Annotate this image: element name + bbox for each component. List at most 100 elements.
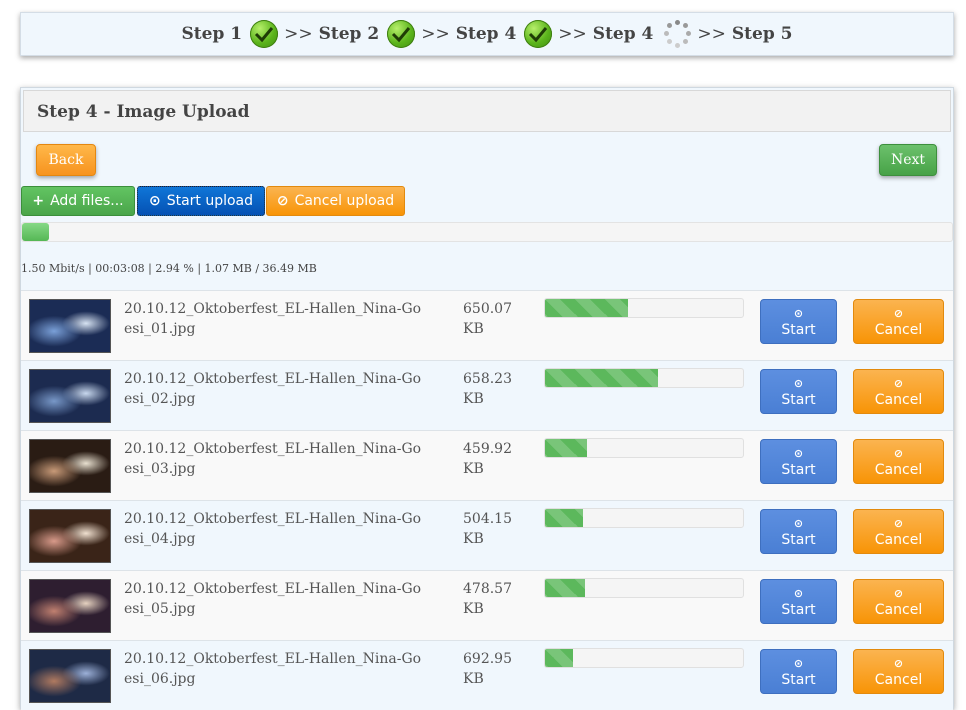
upload-stats: 1.50 Mbit/s | 00:03:08 | 2.94 % | 1.07 M… [21, 262, 317, 275]
file-name: 20.10.12_Oktoberfest_EL-Hallen_Nina-Goes… [124, 441, 422, 477]
step-separator: >> [284, 24, 313, 44]
start-label: Start [781, 461, 816, 478]
start-upload-button[interactable]: ⊙ Start upload [137, 186, 265, 216]
file-size: 692.95 KB [463, 651, 512, 687]
step-separator: >> [421, 24, 450, 44]
file-list: 20.10.12_Oktoberfest_EL-Hallen_Nina-Goes… [21, 290, 953, 710]
start-button[interactable]: ⊙ Start [760, 369, 837, 414]
file-row: 20.10.12_Oktoberfest_EL-Hallen_Nina-Goes… [21, 570, 953, 640]
step-3-label: Step 4 [455, 24, 517, 44]
start-label: Start [781, 531, 816, 548]
global-progress-bar [21, 222, 953, 242]
cancel-button[interactable]: ⊘ Cancel [853, 369, 944, 414]
loading-spinner-icon [663, 20, 692, 48]
start-button[interactable]: ⊙ Start [760, 509, 837, 554]
start-button[interactable]: ⊙ Start [760, 299, 837, 344]
image-thumbnail [29, 439, 111, 493]
start-button[interactable]: ⊙ Start [760, 439, 837, 484]
file-progress-fill [545, 649, 573, 667]
upload-panel: Step 4 - Image Upload Back Next + Add fi… [20, 87, 954, 710]
step-1-label: Step 1 [181, 24, 243, 44]
next-button[interactable]: Next [879, 144, 937, 176]
ban-icon: ⊘ [893, 516, 904, 530]
cancel-button[interactable]: ⊘ Cancel [853, 579, 944, 624]
upload-circle-icon: ⊙ [793, 516, 804, 530]
start-label: Start [781, 321, 816, 338]
file-progress-fill [545, 509, 583, 527]
file-row: 20.10.12_Oktoberfest_EL-Hallen_Nina-Goes… [21, 290, 953, 360]
checkmark-icon [387, 20, 416, 48]
upload-circle-icon: ⊙ [148, 193, 161, 209]
cancel-label: Cancel [874, 601, 923, 618]
file-progress-bar [544, 648, 744, 668]
upload-circle-icon: ⊙ [793, 306, 804, 320]
file-row: 20.10.12_Oktoberfest_EL-Hallen_Nina-Goes… [21, 500, 953, 570]
ban-icon: ⊘ [893, 306, 904, 320]
step-5: Step 5 [728, 24, 797, 44]
page-title: Step 4 - Image Upload [37, 102, 250, 122]
cancel-label: Cancel [874, 391, 923, 408]
ban-icon: ⊘ [893, 446, 904, 460]
back-button[interactable]: Back [36, 144, 96, 176]
file-progress-bar [544, 298, 744, 318]
upload-circle-icon: ⊙ [793, 656, 804, 670]
cancel-button[interactable]: ⊘ Cancel [853, 439, 944, 484]
file-name: 20.10.12_Oktoberfest_EL-Hallen_Nina-Goes… [124, 371, 422, 407]
cancel-button[interactable]: ⊘ Cancel [853, 649, 944, 694]
file-progress-fill [545, 299, 629, 317]
step-5-label: Step 5 [731, 24, 793, 44]
file-size: 459.92 KB [463, 441, 512, 477]
cancel-upload-button[interactable]: ⊘ Cancel upload [266, 186, 405, 216]
image-thumbnail [29, 509, 111, 563]
cancel-label: Cancel [874, 531, 923, 548]
file-progress-fill [545, 439, 587, 457]
file-progress-bar [544, 508, 744, 528]
panel-header: Step 4 - Image Upload [23, 90, 951, 132]
file-row: 20.10.12_Oktoberfest_EL-Hallen_Nina-Goes… [21, 430, 953, 500]
file-name: 20.10.12_Oktoberfest_EL-Hallen_Nina-Goes… [124, 301, 422, 337]
step-4-label: Step 4 [592, 24, 654, 44]
cancel-label: Cancel [874, 321, 923, 338]
cancel-button[interactable]: ⊘ Cancel [853, 299, 944, 344]
ban-icon: ⊘ [893, 376, 904, 390]
file-progress-bar [544, 368, 744, 388]
cancel-label: Cancel [874, 671, 923, 688]
add-files-button[interactable]: + Add files... [21, 186, 135, 216]
upload-circle-icon: ⊙ [793, 586, 804, 600]
image-thumbnail [29, 579, 111, 633]
file-name: 20.10.12_Oktoberfest_EL-Hallen_Nina-Goes… [124, 511, 422, 547]
cancel-upload-label: Cancel upload [294, 193, 395, 209]
file-progress-fill [545, 579, 585, 597]
global-progress-fill [22, 223, 50, 241]
cancel-label: Cancel [874, 461, 923, 478]
checkmark-icon [524, 20, 553, 48]
upload-circle-icon: ⊙ [793, 376, 804, 390]
file-progress-bar [544, 438, 744, 458]
file-row: 20.10.12_Oktoberfest_EL-Hallen_Nina-Goes… [21, 360, 953, 430]
image-thumbnail [29, 299, 111, 353]
step-2: Step 2 [315, 20, 416, 48]
ban-icon: ⊘ [893, 586, 904, 600]
step-separator: >> [558, 24, 587, 44]
step-2-label: Step 2 [318, 24, 380, 44]
start-label: Start [781, 601, 816, 618]
step-4: Step 4 [589, 20, 692, 48]
cancel-button[interactable]: ⊘ Cancel [853, 509, 944, 554]
file-size: 478.57 KB [463, 581, 512, 617]
file-size: 650.07 KB [463, 301, 512, 337]
image-thumbnail [29, 369, 111, 423]
upload-circle-icon: ⊙ [793, 446, 804, 460]
wizard-steps: Step 1 >> Step 2 >> Step 4 >> Step 4 >> … [20, 12, 954, 56]
step-3: Step 4 [452, 20, 553, 48]
image-thumbnail [29, 649, 111, 703]
step-1: Step 1 [178, 20, 279, 48]
start-button[interactable]: ⊙ Start [760, 649, 837, 694]
start-upload-label: Start upload [166, 193, 254, 209]
file-row: 20.10.12_Oktoberfest_EL-Hallen_Nina-Goes… [21, 640, 953, 710]
start-label: Start [781, 391, 816, 408]
file-size: 658.23 KB [463, 371, 512, 407]
file-size: 504.15 KB [463, 511, 512, 547]
start-button[interactable]: ⊙ Start [760, 579, 837, 624]
file-name: 20.10.12_Oktoberfest_EL-Hallen_Nina-Goes… [124, 581, 422, 617]
file-name: 20.10.12_Oktoberfest_EL-Hallen_Nina-Goes… [124, 651, 422, 687]
